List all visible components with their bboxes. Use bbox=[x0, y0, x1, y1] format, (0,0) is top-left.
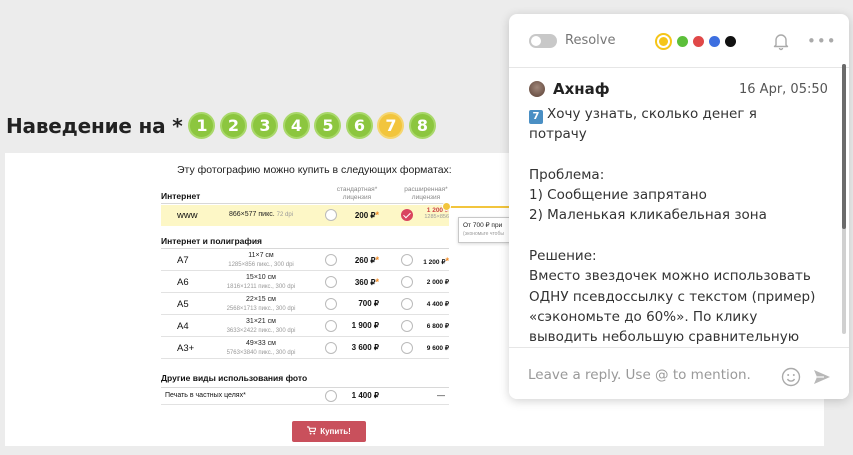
comment-time: 16 Apr, 05:50 bbox=[739, 82, 828, 97]
radio-extended[interactable] bbox=[401, 342, 413, 354]
format-label: A7 bbox=[177, 255, 189, 266]
col-extended-license: расширенная* лицензия bbox=[404, 186, 448, 201]
step-5[interactable]: 5 bbox=[314, 112, 342, 139]
row-private-print[interactable]: Печать в частных целях* 1 400 ₽ — bbox=[161, 387, 449, 405]
avatar bbox=[529, 81, 545, 97]
radio-extended-checked[interactable] bbox=[401, 209, 413, 221]
bell-icon[interactable] bbox=[771, 31, 791, 51]
annotation-line bbox=[445, 206, 515, 208]
resolve-toggle[interactable] bbox=[529, 34, 557, 48]
dims: 49×33 см 5763×3840 пикс., 300 dpi bbox=[226, 340, 296, 356]
col-standard-license: стандартная* лицензия bbox=[336, 186, 378, 201]
row-a4[interactable]: A4 31×21 см 3633×2422 пикс., 300 dpi 1 90… bbox=[161, 316, 449, 337]
price-extended: 9 600 ₽ bbox=[426, 345, 449, 352]
price-extended: 1 200 ₽* bbox=[423, 256, 449, 266]
comment-body: 7 Хочу узнать, сколько денег я потрачу Пр… bbox=[529, 106, 816, 346]
send-icon[interactable] bbox=[812, 367, 832, 387]
price-extended: 6 800 ₽ bbox=[426, 323, 449, 330]
step-4[interactable]: 4 bbox=[282, 112, 310, 139]
format-label: A3+ bbox=[177, 343, 195, 354]
annotation-dot[interactable] bbox=[442, 202, 451, 211]
price-extended-dash: — bbox=[437, 391, 445, 400]
color-blue[interactable] bbox=[709, 36, 720, 47]
reply-bar bbox=[509, 347, 849, 399]
price-standard: 360 ₽* bbox=[354, 277, 379, 287]
step-8[interactable]: 8 bbox=[408, 112, 436, 139]
dims: 15×10 см 1816×1211 пикс., 300 dpi bbox=[226, 274, 296, 290]
divider bbox=[161, 203, 449, 204]
price-standard: 1 400 ₽ bbox=[351, 391, 379, 400]
row-a6[interactable]: A6 15×10 см 1816×1211 пикс., 300 dpi 360 … bbox=[161, 272, 449, 293]
section-internet: Интернет bbox=[161, 191, 201, 201]
radio-standard[interactable] bbox=[325, 209, 337, 221]
color-black[interactable] bbox=[725, 36, 736, 47]
other-label: Печать в частных целях* bbox=[165, 392, 246, 399]
intro-text: Эту фотографию можно купить в следующих … bbox=[177, 164, 452, 176]
more-options-icon[interactable]: ••• bbox=[807, 32, 837, 50]
heading-title: Наведение на * bbox=[6, 113, 183, 138]
comment-panel: Resolve ••• Ахнаф 16 Apr, 05:50 7 Хочу уз… bbox=[509, 14, 849, 399]
row-www[interactable]: www 866×577 пикс. 72 dpi 200 ₽* 1 200 ₽1… bbox=[161, 205, 449, 226]
format-label: A5 bbox=[177, 299, 189, 310]
row-a7[interactable]: A7 11×7 см 1285×856 пикс., 300 dpi 260 ₽*… bbox=[161, 250, 449, 271]
radio-standard[interactable] bbox=[325, 390, 337, 402]
buy-label: Купить! bbox=[320, 427, 351, 436]
color-picker bbox=[655, 33, 736, 50]
radio-standard[interactable] bbox=[325, 298, 337, 310]
price-standard: 1 900 ₽ bbox=[351, 321, 379, 330]
keycap-seven-icon: 7 bbox=[529, 110, 543, 124]
resolve-label[interactable]: Resolve bbox=[565, 33, 615, 48]
price-standard: 3 600 ₽ bbox=[351, 343, 379, 352]
radio-extended[interactable] bbox=[401, 298, 413, 310]
divider bbox=[161, 248, 449, 249]
radio-extended[interactable] bbox=[401, 276, 413, 288]
emoji-icon[interactable] bbox=[781, 367, 801, 387]
color-green[interactable] bbox=[677, 36, 688, 47]
radio-standard[interactable] bbox=[325, 342, 337, 354]
price-standard: 200 ₽* bbox=[354, 210, 379, 220]
format-label: www bbox=[177, 210, 198, 221]
comment-scrollbar[interactable] bbox=[842, 64, 846, 334]
format-label: A4 bbox=[177, 321, 189, 332]
comment-author: Ахнаф bbox=[553, 80, 610, 98]
price-extended: 2 000 ₽ bbox=[426, 279, 449, 286]
color-yellow-selected[interactable] bbox=[655, 33, 672, 50]
radio-standard[interactable] bbox=[325, 320, 337, 332]
step-3[interactable]: 3 bbox=[251, 112, 279, 139]
dims: 866×577 пикс. 72 dpi bbox=[229, 211, 293, 218]
dims: 31×21 см 3633×2422 пикс., 300 dpi bbox=[226, 318, 296, 334]
comment-toolbar: Resolve ••• bbox=[509, 14, 849, 68]
dims: 22×15 см 2568×1713 пикс., 300 dpi bbox=[226, 296, 296, 312]
radio-standard[interactable] bbox=[325, 276, 337, 288]
section-print: Интернет и полиграфия bbox=[161, 236, 263, 246]
step-6[interactable]: 6 bbox=[345, 112, 373, 139]
buy-button[interactable]: Купить! bbox=[292, 421, 366, 442]
reply-input[interactable] bbox=[528, 367, 768, 383]
section-other: Другие виды использования фото bbox=[161, 373, 308, 383]
step-2[interactable]: 2 bbox=[219, 112, 247, 139]
radio-extended[interactable] bbox=[401, 254, 413, 266]
radio-standard[interactable] bbox=[325, 254, 337, 266]
dims: 11×7 см 1285×856 пикс., 300 dpi bbox=[228, 252, 294, 268]
price-standard: 260 ₽* bbox=[354, 255, 379, 265]
radio-extended[interactable] bbox=[401, 320, 413, 332]
cart-icon bbox=[307, 426, 318, 437]
format-label: A6 bbox=[177, 277, 189, 288]
row-a5[interactable]: A5 22×15 см 2568×1713 пикс., 300 dpi 700 … bbox=[161, 294, 449, 315]
row-a3plus[interactable]: A3+ 49×33 см 5763×3840 пикс., 300 dpi 3 6… bbox=[161, 338, 449, 359]
color-red[interactable] bbox=[693, 36, 704, 47]
price-standard: 700 ₽ bbox=[358, 299, 379, 308]
price-extended: 4 400 ₽ bbox=[426, 301, 449, 308]
heading: Наведение на * 1 2 3 4 5 6 7 8 bbox=[6, 112, 440, 139]
step-1[interactable]: 1 bbox=[188, 112, 216, 139]
step-7[interactable]: 7 bbox=[377, 112, 405, 139]
